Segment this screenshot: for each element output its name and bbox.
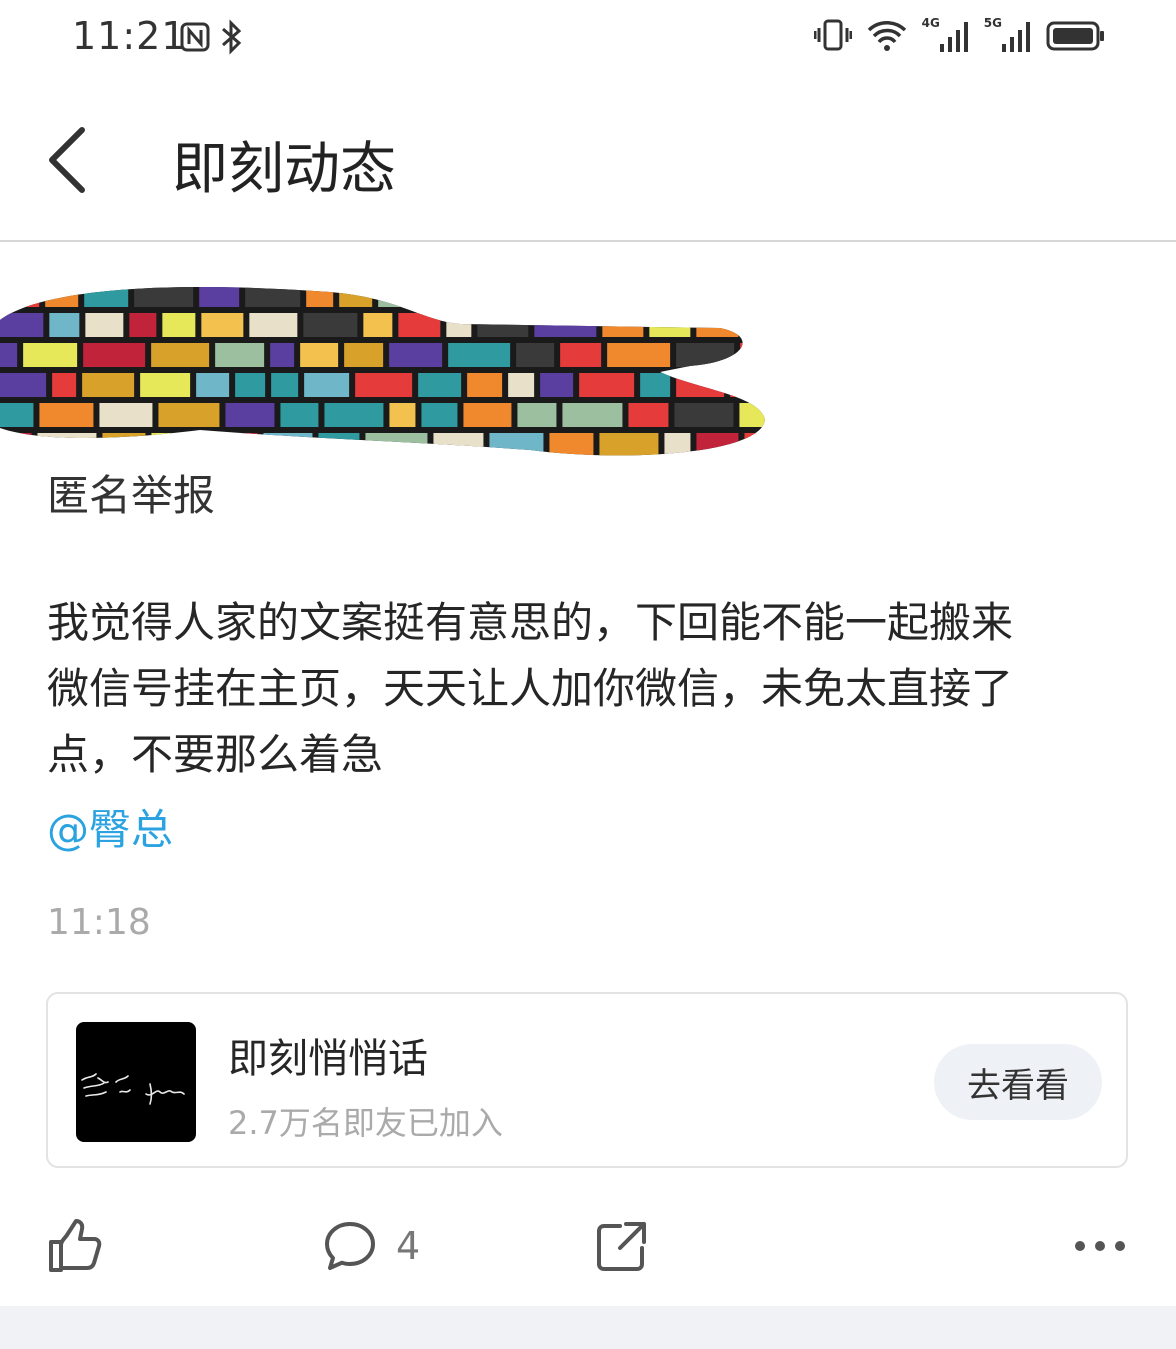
header: 即刻动态 <box>0 90 1176 242</box>
net-5g-label: 5G <box>983 16 1002 30</box>
topic-member-count: 2.7万名即友已加入 <box>228 1104 503 1142</box>
vibrate-icon <box>813 18 852 52</box>
topic-name: 即刻悄悄话 <box>228 1036 428 1082</box>
status-right-icons: 4G 5G <box>813 16 1106 52</box>
nfc-icon <box>180 22 210 56</box>
post-time: 11:18 <box>47 902 151 943</box>
status-time: 11:21 <box>72 14 187 58</box>
mention-link[interactable]: @臀总 <box>47 796 173 857</box>
signal-4g-icon: 4G <box>922 16 970 52</box>
comment-button[interactable]: 4 <box>322 1218 420 1274</box>
more-button[interactable] <box>1072 1236 1128 1260</box>
share-icon <box>597 1222 646 1271</box>
topic-card[interactable]: 即刻悄悄话 2.7万名即友已加入 去看看 <box>46 992 1128 1168</box>
like-icon <box>49 1219 102 1272</box>
chevron-left-icon <box>49 127 85 193</box>
post-text: 我觉得人家的文案挺有意思的，下回能不能一起搬来 微信号挂在主页，天天让人加你微信… <box>47 590 1127 788</box>
like-button[interactable] <box>46 1218 102 1278</box>
anonymous-report-label[interactable]: 匿名举报 <box>47 462 215 523</box>
more-icon <box>1075 1241 1125 1251</box>
post-text-line: 微信号挂在主页，天天让人加你微信，未免太直接了 <box>47 664 1014 713</box>
net-4g-label: 4G <box>921 16 940 30</box>
battery-icon <box>1046 20 1106 52</box>
page-title: 即刻动态 <box>172 137 396 202</box>
comment-count: 4 <box>396 1224 421 1268</box>
share-button[interactable] <box>594 1218 650 1278</box>
wifi-icon <box>866 18 908 52</box>
bottom-strip <box>0 1306 1176 1349</box>
comment-icon <box>325 1222 375 1270</box>
post-text-line: 我觉得人家的文案挺有意思的，下回能不能一起搬来 <box>47 598 1014 647</box>
go-see-button[interactable]: 去看看 <box>934 1044 1102 1120</box>
action-bar: 4 <box>0 1200 1176 1300</box>
topic-thumbnail <box>76 1022 196 1142</box>
bluetooth-icon <box>220 19 242 59</box>
redacted-user-name <box>0 287 765 456</box>
back-button[interactable] <box>40 120 100 200</box>
signal-5g-icon: 5G <box>984 16 1032 52</box>
status-bar: 11:21 4G 5G <box>0 0 1176 76</box>
post-text-line: 点，不要那么着急 <box>47 730 384 779</box>
